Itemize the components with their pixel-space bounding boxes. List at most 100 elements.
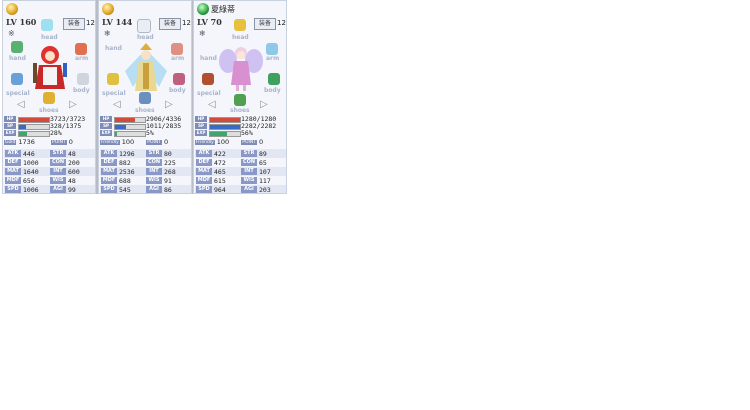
equip-count: 12: [86, 19, 95, 27]
exp-row: EXP 5%: [100, 129, 191, 137]
gold-value: 1736: [18, 138, 35, 146]
atk-label: ATK: [101, 150, 117, 157]
mat-label: MAT: [5, 168, 21, 175]
character-panel-1: LV 160 装备 12 ※ head hand arm body specia…: [2, 0, 96, 194]
mat-value: 465: [214, 168, 226, 176]
equip-button[interactable]: 装备: [63, 18, 85, 30]
character-portrait: [125, 43, 167, 91]
hand-slot-label: hand: [9, 55, 26, 62]
stat-row: DEF 882 CON 225: [100, 158, 191, 167]
stat-row: ATK 1296 STR 80: [100, 149, 191, 158]
character-level: LV 160: [6, 17, 37, 27]
leaf-element-icon: [197, 3, 209, 15]
stats-table: ATK 422 STR 89 DEF 472 CON 65 MAT 465 IN…: [195, 149, 286, 193]
exp-label: EXP: [195, 130, 207, 136]
stat-row: MDF 688 WIS 91: [100, 176, 191, 185]
prev-arrow-button[interactable]: ◁: [208, 99, 216, 110]
atk-value: 422: [214, 150, 226, 158]
point-value: 0: [163, 138, 169, 146]
next-arrow-button[interactable]: ▷: [260, 99, 268, 110]
mdf-label: MDF: [5, 177, 21, 184]
con-value: 200: [68, 159, 80, 167]
character-panel-3: 夏綠蒂 LV 70 装备 12 ❄ head hand arm body spe…: [193, 0, 287, 194]
body-slot-label: body: [73, 87, 90, 94]
body-equip-icon[interactable]: [77, 73, 89, 85]
head-equip-icon[interactable]: [137, 19, 151, 33]
exp-fill: [210, 132, 227, 136]
str-label: STR: [146, 150, 162, 157]
str-value: 48: [68, 150, 76, 158]
head-equip-icon[interactable]: [41, 19, 53, 31]
shoes-equip-icon[interactable]: [139, 92, 151, 104]
def-label: DEF: [5, 159, 21, 166]
next-arrow-button[interactable]: ▷: [69, 99, 77, 110]
stat-row: ATK 446 STR 48: [4, 149, 95, 158]
equip-button[interactable]: 装备: [159, 18, 181, 30]
sun-element-icon: [6, 3, 18, 15]
exp-value: 56%: [241, 129, 253, 137]
arm-equip-icon[interactable]: [75, 43, 87, 55]
prev-arrow-button[interactable]: ◁: [17, 99, 25, 110]
next-arrow-button[interactable]: ▷: [165, 99, 173, 110]
head-slot-label: head: [41, 34, 58, 41]
hp-label: HP: [195, 116, 207, 122]
hand-equip-icon[interactable]: [11, 41, 23, 53]
exp-fill: [115, 132, 117, 136]
def-value: 1000: [23, 159, 39, 167]
point-label: POINT: [146, 139, 162, 145]
stat-row: MDF 656 WIS 48: [4, 176, 95, 185]
sp-fill: [210, 125, 240, 129]
prev-arrow-button[interactable]: ◁: [113, 99, 121, 110]
def-label: DEF: [101, 159, 117, 166]
int-value: 600: [68, 168, 80, 176]
mat-value: 1640: [23, 168, 39, 176]
head-slot-label: head: [137, 34, 154, 41]
str-label: STR: [50, 150, 66, 157]
mdf-label: MDF: [196, 177, 212, 184]
exp-bar: [18, 131, 50, 137]
character-level: LV 70: [197, 17, 222, 27]
shoes-equip-icon[interactable]: [43, 92, 55, 104]
special-equip-icon[interactable]: [202, 73, 214, 85]
agi-label: AGI: [146, 186, 162, 193]
hand-slot-label: hand: [200, 55, 217, 62]
def-value: 882: [119, 159, 131, 167]
body-equip-icon[interactable]: [268, 73, 280, 85]
character-portrait: [219, 47, 263, 91]
point-label: POINT: [241, 139, 257, 145]
str-value: 89: [259, 150, 267, 158]
wis-value: 117: [259, 177, 271, 185]
def-value: 472: [214, 159, 226, 167]
exp-value: 5%: [146, 129, 154, 137]
sp-label: SP: [195, 123, 207, 129]
sp-fill: [19, 125, 27, 129]
stat-row: SPD 1006 AGI 99: [4, 185, 95, 194]
special-equip-icon[interactable]: [11, 73, 23, 85]
shoes-slot-label: shoes: [230, 107, 250, 114]
arm-equip-icon[interactable]: [266, 43, 278, 55]
misc-row: Gold 1736 POINT 0: [4, 138, 95, 147]
mat-value: 2536: [119, 168, 135, 176]
head-slot-label: head: [232, 34, 249, 41]
stats-table: ATK 1296 STR 80 DEF 882 CON 225 MAT 2536…: [100, 149, 191, 193]
spd-value: 1006: [23, 186, 39, 194]
status-icon: ❄: [104, 29, 111, 38]
int-label: INT: [241, 168, 257, 175]
point-label: POINT: [50, 139, 67, 145]
equip-count: 12: [277, 19, 286, 27]
mdf-value: 615: [214, 177, 226, 185]
exp-row: EXP 56%: [195, 129, 286, 137]
stat-row: MDF 615 WIS 117: [195, 176, 286, 185]
agi-value: 99: [68, 186, 76, 194]
panel-header: [99, 1, 191, 17]
con-label: CON: [50, 159, 66, 166]
hp-fill: [115, 118, 136, 122]
shoes-equip-icon[interactable]: [234, 94, 246, 106]
wis-value: 48: [68, 177, 76, 185]
head-equip-icon[interactable]: [234, 19, 246, 31]
stat-row: MAT 1640 INT 600: [4, 167, 95, 176]
atk-value: 1296: [119, 150, 135, 158]
friendly-label: Friendly: [195, 139, 215, 145]
equip-button[interactable]: 装备: [254, 18, 276, 30]
stat-row: MAT 2536 INT 268: [100, 167, 191, 176]
